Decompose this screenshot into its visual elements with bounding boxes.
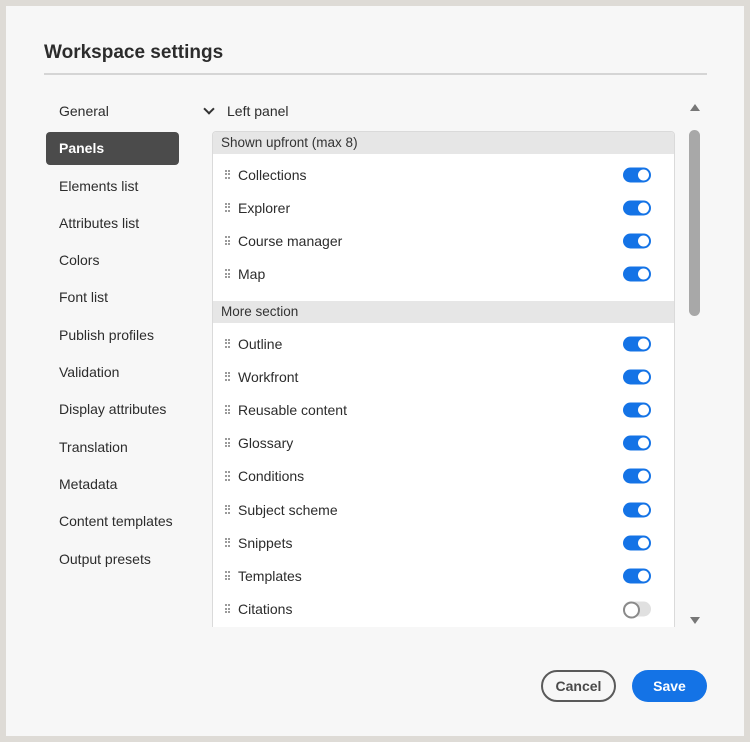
list-item-label: Collections [238, 166, 307, 183]
nav-item-translation[interactable]: Translation [46, 431, 179, 464]
toggle-switch[interactable] [623, 568, 651, 584]
list-item-label: Subject scheme [238, 501, 338, 518]
nav-item-output-presets[interactable]: Output presets [46, 543, 179, 576]
list-item[interactable]: Citations [213, 593, 674, 626]
toggle-switch[interactable] [623, 535, 651, 551]
scrollbar[interactable] [688, 100, 702, 628]
nav-item-colors[interactable]: Colors [46, 244, 179, 277]
list-item-label: Citations [238, 601, 293, 618]
workspace-settings-dialog: Workspace settings General Panels Elemen… [6, 6, 744, 736]
toggle-switch[interactable] [623, 369, 651, 385]
list-item[interactable]: Workfront [213, 360, 674, 393]
nav-item-publish-profiles[interactable]: Publish profiles [46, 319, 179, 352]
toggle-switch[interactable] [623, 601, 651, 619]
list-item-label: Outline [238, 335, 283, 352]
list-item-label: Templates [238, 567, 302, 584]
drag-handle-icon[interactable] [225, 604, 230, 614]
nav-item-elements-list[interactable]: Elements list [46, 170, 179, 203]
drag-handle-icon[interactable] [225, 269, 230, 279]
list-item[interactable]: Templates [213, 559, 674, 592]
panels-content: Left panel Shown upfront (max 8) Collect… [196, 95, 704, 627]
list-item-label: Course manager [238, 232, 343, 249]
more-section-header: More section [213, 301, 674, 323]
drag-handle-icon[interactable] [225, 570, 230, 581]
shown-upfront-header: Shown upfront (max 8) [213, 132, 674, 154]
toggle-switch[interactable] [623, 336, 651, 352]
cancel-button[interactable]: Cancel [541, 670, 616, 702]
list-item[interactable]: Subject scheme [213, 493, 674, 526]
list-item[interactable]: Outline [213, 327, 674, 360]
nav-item-general[interactable]: General [46, 95, 179, 128]
list-item[interactable]: Collections [213, 158, 674, 191]
drag-handle-icon[interactable] [225, 169, 230, 180]
nav-item-display-attributes[interactable]: Display attributes [46, 393, 179, 426]
section-label: Left panel [227, 103, 289, 119]
toggle-switch[interactable] [623, 233, 651, 249]
drag-handle-icon[interactable] [225, 404, 230, 415]
more-section-group: Outline Workfront Reusable content Gloss… [213, 323, 674, 626]
drag-handle-icon[interactable] [225, 338, 230, 349]
title-divider [44, 73, 707, 75]
scrollbar-thumb[interactable] [689, 130, 700, 316]
list-item-label: Map [238, 266, 266, 283]
nav-item-content-templates[interactable]: Content templates [46, 505, 179, 538]
save-button[interactable]: Save [632, 670, 707, 702]
drag-handle-icon[interactable] [225, 371, 230, 382]
nav-item-attributes-list[interactable]: Attributes list [46, 207, 179, 240]
drag-handle-icon[interactable] [225, 537, 230, 548]
toggle-switch[interactable] [623, 468, 651, 484]
list-item[interactable]: Conditions [213, 460, 674, 493]
drag-handle-icon[interactable] [225, 471, 230, 481]
toggle-switch[interactable] [623, 402, 651, 418]
toggle-switch[interactable] [623, 502, 651, 518]
nav-item-font-list[interactable]: Font list [46, 281, 179, 314]
nav-item-panels[interactable]: Panels [46, 132, 179, 166]
list-item-label: Snippets [238, 534, 293, 551]
left-panel-section-toggle[interactable]: Left panel [202, 100, 289, 122]
list-item-label: Glossary [238, 435, 294, 452]
list-item[interactable]: Explorer [213, 191, 674, 224]
list-item[interactable]: Course manager [213, 224, 674, 257]
shown-upfront-group: Collections Explorer Course manager Map [213, 154, 674, 301]
drag-handle-icon[interactable] [225, 235, 230, 246]
list-item-label: Reusable content [238, 401, 347, 418]
drag-handle-icon[interactable] [225, 504, 230, 515]
toggle-switch[interactable] [623, 167, 651, 183]
dialog-title: Workspace settings [44, 42, 224, 63]
list-item-label: Conditions [238, 468, 305, 485]
nav-item-metadata[interactable]: Metadata [46, 468, 179, 501]
nav-item-validation[interactable]: Validation [46, 356, 179, 389]
chevron-down-icon [203, 103, 215, 115]
toggle-switch[interactable] [623, 266, 651, 282]
scroll-up-arrow-icon[interactable] [690, 104, 700, 111]
list-item[interactable]: Snippets [213, 526, 674, 559]
settings-nav: General Panels Elements list Attributes … [46, 95, 179, 580]
list-item-label: Workfront [238, 368, 299, 385]
toggle-switch[interactable] [623, 200, 651, 216]
list-item[interactable]: Map [213, 258, 674, 291]
list-item-label: Explorer [238, 199, 291, 216]
panel-list: Shown upfront (max 8) Collections Explor… [212, 131, 675, 627]
list-item[interactable]: Glossary [213, 427, 674, 460]
drag-handle-icon[interactable] [225, 202, 230, 213]
scroll-down-arrow-icon[interactable] [690, 617, 700, 624]
list-item[interactable]: Reusable content [213, 393, 674, 426]
toggle-switch[interactable] [623, 435, 651, 451]
drag-handle-icon[interactable] [225, 438, 230, 448]
